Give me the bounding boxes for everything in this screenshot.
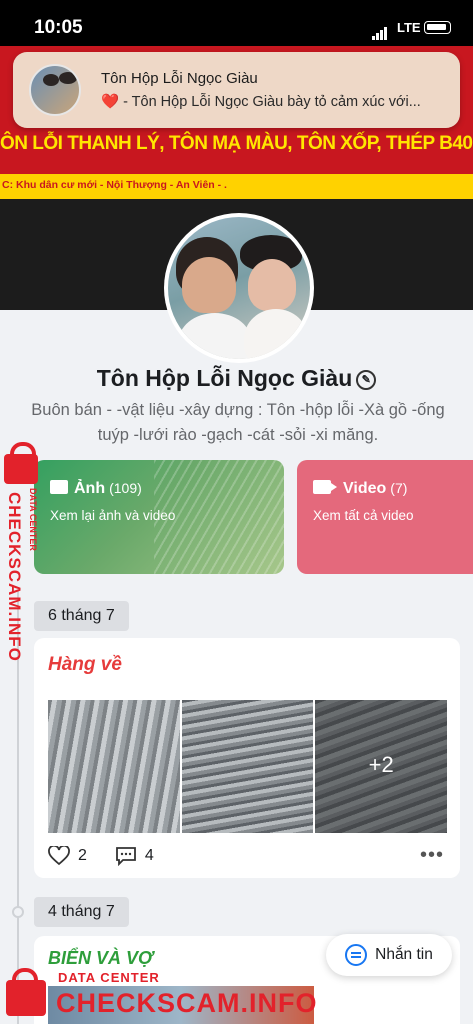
status-bar: 10:05 LTE	[0, 0, 473, 46]
photos-label: Ảnh	[74, 480, 106, 497]
photos-card-title: Ảnh (109)	[50, 480, 142, 498]
network-label: LTE	[397, 20, 421, 35]
lock-icon	[6, 968, 46, 1016]
cover-banner-address: C: Khu dân cư mới - Nội Thượng - An Viên…	[0, 174, 473, 199]
photos-card-subtitle: Xem lại ảnh và video	[50, 508, 176, 523]
post-photo-grid: +2	[48, 700, 448, 833]
edit-pencil-icon[interactable]: ✎	[356, 369, 377, 390]
notification-title: Tôn Hộp Lỗi Ngọc Giàu	[101, 70, 258, 87]
watermark-subtext: DATA CENTER	[58, 970, 160, 985]
profile-avatar[interactable]	[164, 213, 314, 363]
post-title: BIỂN VÀ VỢ	[48, 948, 154, 968]
profile-bio: Buôn bán - -vật liệu -xây dựng : Tôn -hộ…	[31, 401, 445, 444]
signal-icon	[372, 22, 388, 40]
comment-count: 4	[144, 847, 154, 864]
watermark-side: CHECKSCAM.INFO DATA CENTER	[0, 440, 50, 670]
videos-count: (7)	[390, 480, 408, 496]
photo-icon	[50, 480, 68, 494]
photos-card[interactable]: Ảnh (109) Xem lại ảnh và video	[34, 460, 284, 574]
like-action[interactable]: 2	[48, 846, 87, 866]
heart-outline-icon	[48, 846, 70, 866]
post-reactions: 2 4	[48, 846, 182, 866]
post-title: Hàng về	[48, 654, 122, 675]
timeline-dot	[12, 906, 24, 918]
videos-label: Video	[343, 480, 387, 497]
message-bubble-icon	[345, 944, 368, 966]
videos-card-subtitle: Xem tất cả video	[313, 508, 414, 523]
videos-card-title: Video (7)	[313, 480, 407, 498]
watermark-text: CHECKSCAM.INFO	[5, 492, 24, 662]
comment-action[interactable]: 4	[115, 846, 154, 866]
lock-icon	[4, 442, 38, 484]
notification-text: - Tôn Hộp Lỗi Ngọc Giàu bày tỏ cảm xúc v…	[123, 94, 421, 110]
push-notification[interactable]: Tôn Hộp Lỗi Ngọc Giàu ❤️ - Tôn Hộp Lỗi Ng…	[13, 52, 460, 128]
heart-icon: ❤️	[101, 94, 120, 110]
watermark-text: CHECKSCAM.INFO	[56, 988, 318, 1018]
more-photos-count: +2	[368, 752, 394, 777]
videos-card[interactable]: Video (7) Xem tất cả video	[297, 460, 473, 574]
photos-count: (109)	[109, 480, 142, 496]
comment-icon	[116, 847, 136, 866]
like-count: 2	[78, 847, 87, 864]
status-time: 10:05	[34, 17, 83, 38]
notification-message: ❤️ - Tôn Hộp Lỗi Ngọc Giàu bày tỏ cảm xúc…	[101, 93, 451, 110]
video-camera-icon	[313, 480, 337, 494]
message-button-label: Nhắn tin	[375, 946, 433, 963]
timeline-post[interactable]: Hàng về +2 2 4 •••	[34, 638, 460, 878]
notification-avatar	[29, 64, 81, 116]
profile-name-text: Tôn Hộp Lỗi Ngọc Giàu	[96, 365, 353, 391]
post-photo[interactable]	[48, 700, 180, 833]
more-options-icon[interactable]: •••	[420, 844, 444, 867]
profile-name: Tôn Hộp Lỗi Ngọc Giàu ✎	[0, 365, 473, 392]
post-photo-more[interactable]: +2	[315, 700, 448, 833]
battery-icon	[424, 21, 451, 34]
watermark-subtext: DATA CENTER	[28, 488, 38, 551]
message-button[interactable]: Nhắn tin	[326, 934, 452, 976]
post-photo[interactable]	[181, 700, 314, 833]
timeline-date: 4 tháng 7	[34, 897, 129, 927]
